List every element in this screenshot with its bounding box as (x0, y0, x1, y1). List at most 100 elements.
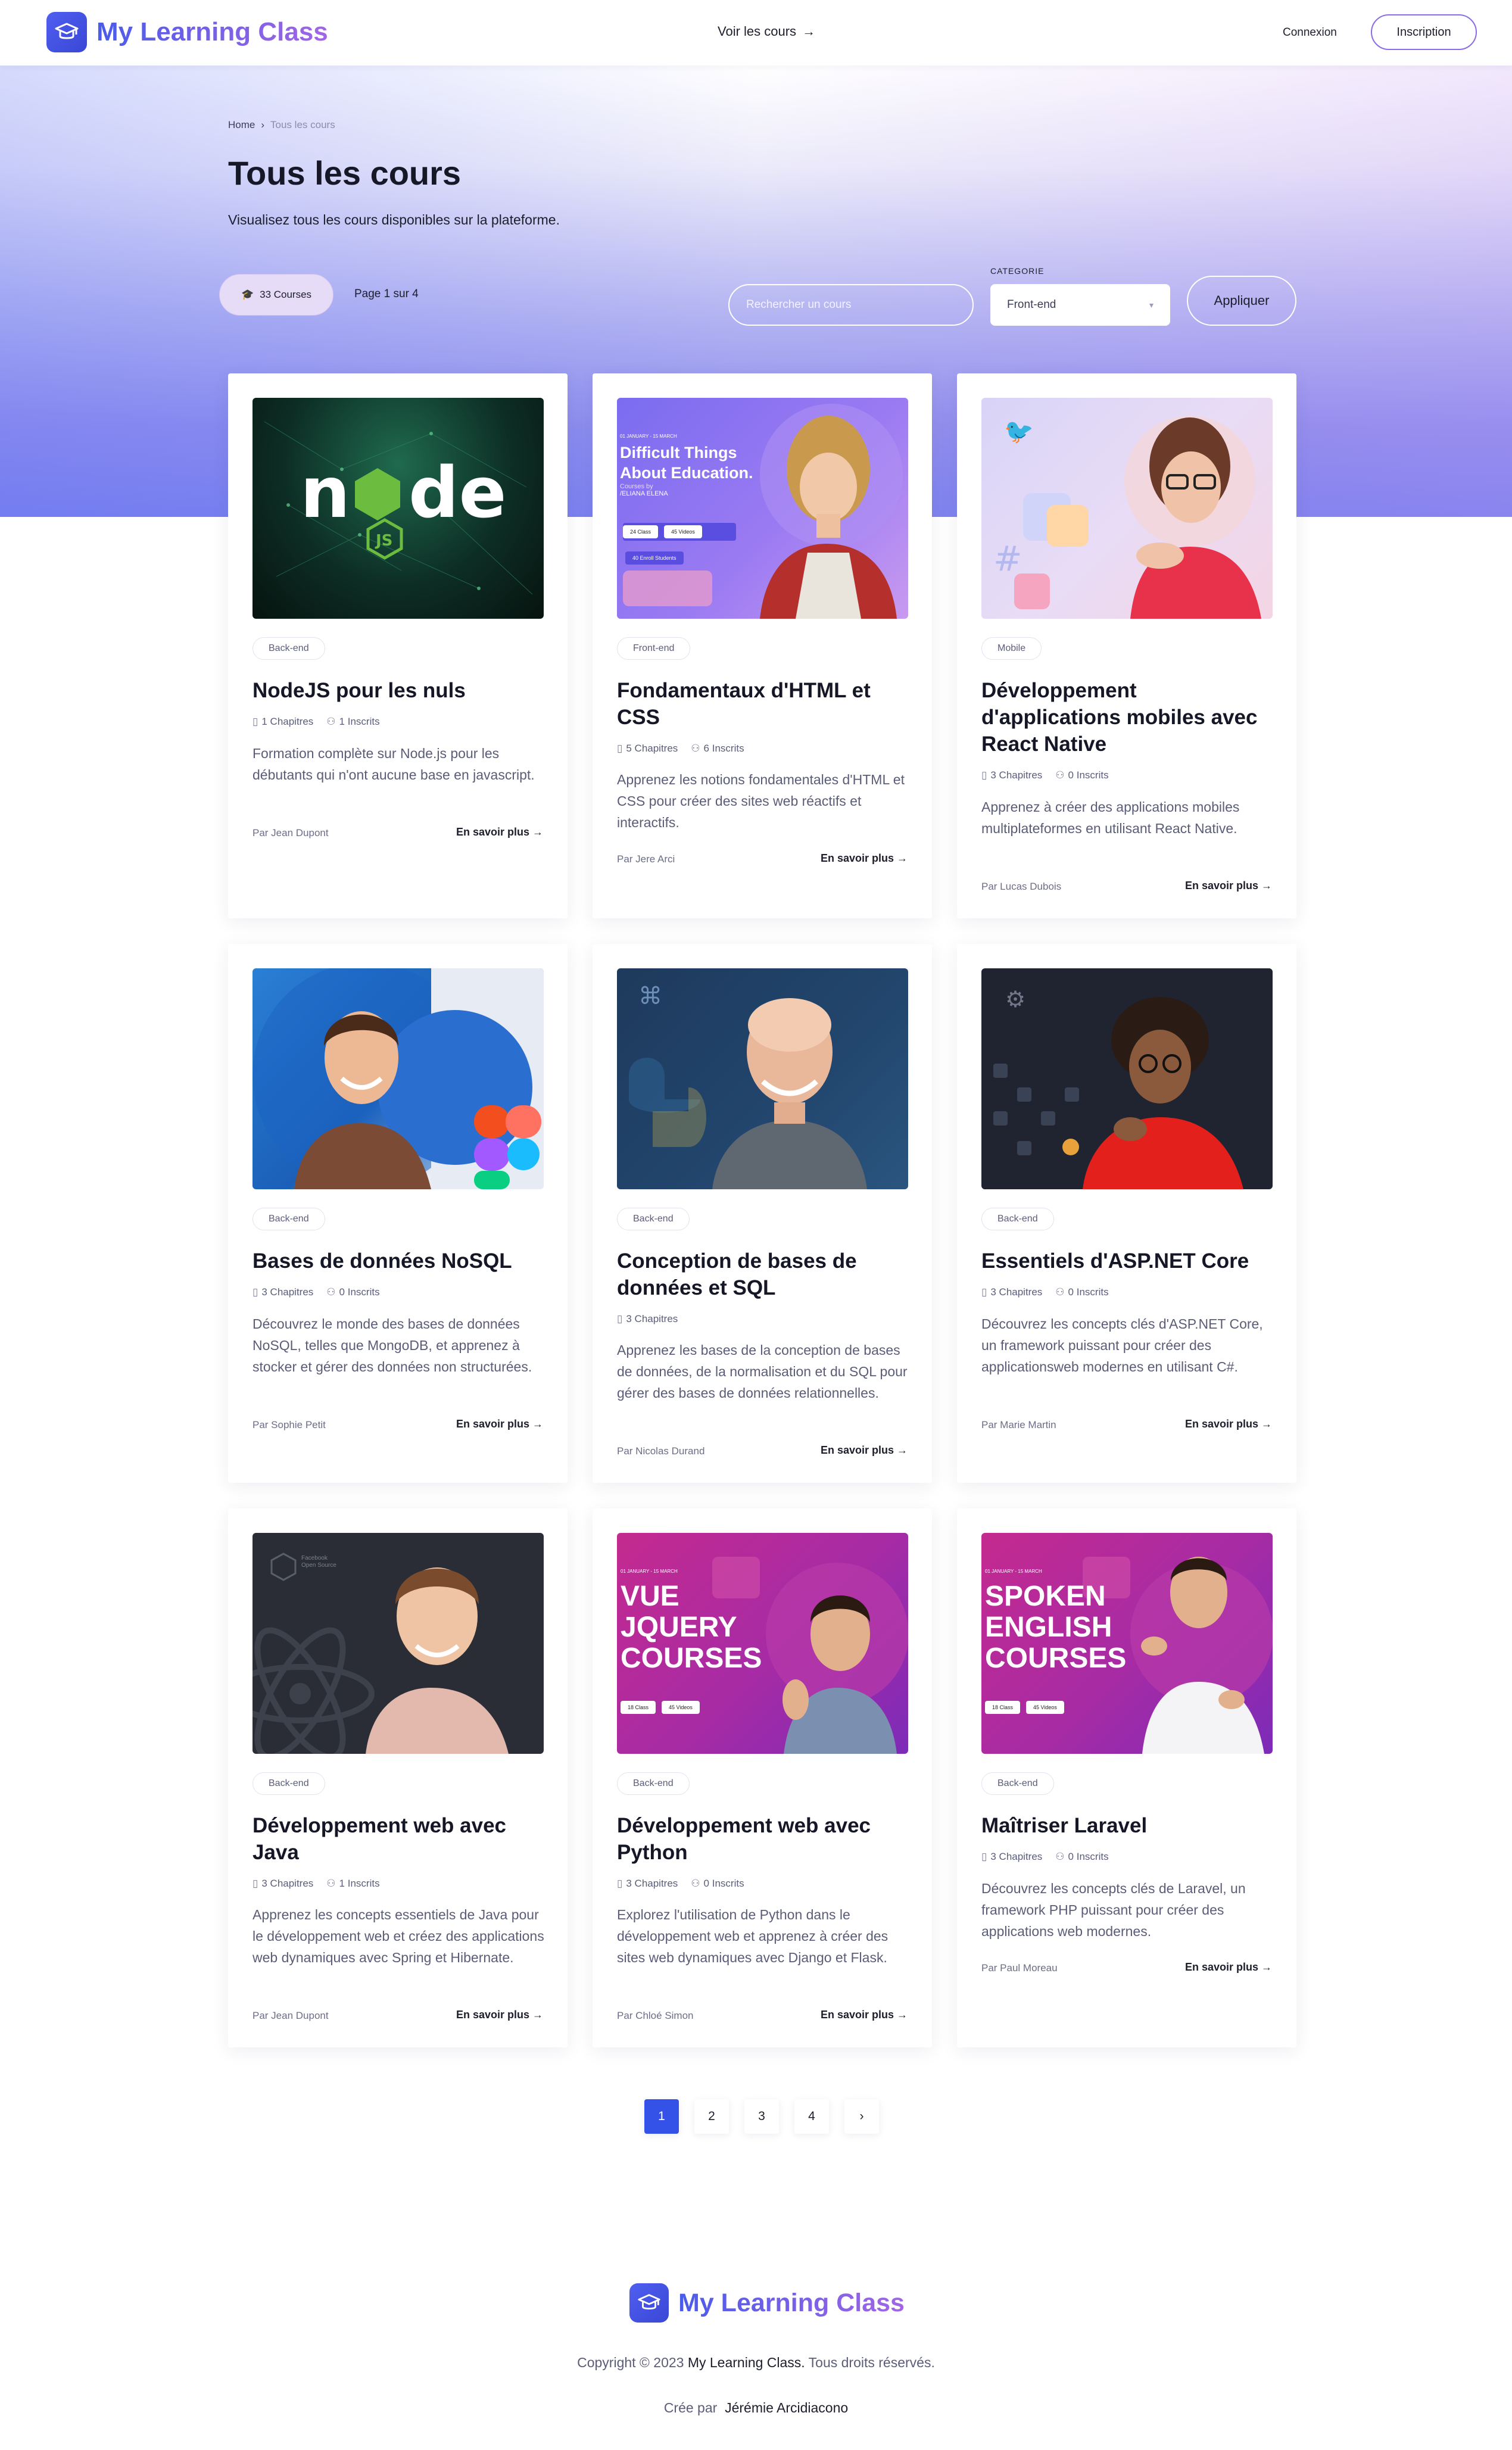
users-icon: ⚇ (1055, 1286, 1065, 1298)
category-tag: Back-end (617, 1772, 690, 1795)
book-icon: ▯ (981, 1286, 987, 1298)
learn-more-label: En savoir plus (456, 826, 529, 838)
course-card[interactable]: n de JS Back-end NodeJS pour les nuls ▯ 1… (228, 373, 568, 918)
course-author: Par Jean Dupont (252, 827, 329, 839)
learn-more-link[interactable]: En savoir plus → (456, 2009, 543, 2021)
enrolled-count: 0 Inscrits (339, 1286, 380, 1298)
course-meta: ▯ 3 Chapitres ⚇ 0 Inscrits (252, 1286, 380, 1298)
course-title[interactable]: Essentiels d'ASP.NET Core (981, 1248, 1279, 1274)
arrow-right-icon: → (1261, 880, 1272, 892)
course-title[interactable]: Développement d'applications mobiles ave… (981, 677, 1279, 758)
chapters-count: 3 Chapitres (990, 1286, 1043, 1298)
category-tag: Front-end (617, 637, 691, 660)
view-courses-link[interactable]: Voir les cours → (718, 24, 815, 39)
course-card[interactable]: 01 JANUARY - 15 MARCH Difficult Things A… (593, 373, 932, 918)
course-card[interactable]: ⌘ Back-end Conception de bases de donnée… (593, 944, 932, 1483)
category-tag: Back-end (981, 1772, 1054, 1795)
credit: Crée par Jérémie Arcidiacono (0, 2400, 1512, 2416)
course-description: Explorez l'utilisation de Python dans le… (617, 1907, 889, 1965)
page-button-2[interactable]: 2 (694, 2099, 729, 2134)
arrow-right-icon: → (532, 2009, 543, 2021)
course-card[interactable]: 🐦 # Mobile Développement d'applications … (957, 373, 1296, 918)
course-title[interactable]: Fondamentaux d'HTML et CSS (617, 677, 915, 731)
users-icon: ⚇ (691, 1878, 700, 1889)
footer-logo[interactable]: My Learning Class (629, 2283, 905, 2323)
learn-more-label: En savoir plus (1184, 880, 1258, 892)
learn-more-link[interactable]: En savoir plus → (456, 826, 543, 839)
learn-more-label: En savoir plus (456, 2009, 529, 2021)
thumbnail-overlay: 01 JANUARY - 15 MARCH Difficult Things A… (620, 434, 769, 497)
book-icon: ▯ (617, 743, 623, 754)
users-icon: ⚇ (691, 743, 700, 754)
course-card[interactable]: Facebook Open Source Back-end Développem… (228, 1508, 568, 2047)
course-meta: ▯ 3 Chapitres ⚇ 0 Inscrits (981, 1851, 1109, 1863)
course-author: Par Sophie Petit (252, 1419, 326, 1430)
page-button-3[interactable]: 3 (744, 2099, 779, 2134)
thumbnail-by: Courses by (620, 483, 653, 490)
course-card[interactable]: Back-end Bases de données NoSQL ▯ 3 Chapi… (228, 944, 568, 1483)
brand-logo[interactable]: My Learning Class (46, 12, 328, 52)
book-icon: ▯ (252, 716, 258, 727)
course-card[interactable]: 01 JANUARY - 15 MARCH VUE JQUERY COURSES… (593, 1508, 932, 2047)
users-icon: ⚇ (1055, 1851, 1065, 1862)
learn-more-link[interactable]: En savoir plus → (1185, 1418, 1272, 1430)
enrolled-count: 0 Inscrits (703, 1878, 744, 1889)
chapters-count: 3 Chapitres (261, 1878, 314, 1889)
category-select[interactable]: Front-end ▾ (990, 284, 1170, 326)
copyright-brand: My Learning Class. (687, 2355, 805, 2370)
arrow-right-icon: → (897, 2009, 908, 2021)
arrow-right-icon: → (897, 1444, 908, 1456)
learn-more-link[interactable]: En savoir plus → (1185, 1961, 1272, 1974)
login-link[interactable]: Connexion (1283, 26, 1337, 39)
arrow-right-icon: → (532, 1418, 543, 1430)
chevron-down-icon: ▾ (1149, 300, 1154, 310)
course-description: Apprenez les bases de la conception de b… (617, 1342, 908, 1401)
course-title[interactable]: Développement web avec Python (617, 1812, 915, 1866)
course-author: Par Marie Martin (981, 1419, 1056, 1430)
instructor-portrait: ⌘ (629, 983, 867, 1189)
thumbnail-headline: Difficult Things About Education. (620, 444, 753, 482)
page-title: Tous les cours (228, 154, 462, 192)
course-thumbnail (252, 968, 544, 1189)
learn-more-label: En savoir plus (1184, 1961, 1258, 1973)
users-icon: ⚇ (326, 1286, 336, 1298)
breadcrumb: Home › Tous les cours (228, 119, 335, 131)
users-icon: ⚇ (1055, 769, 1065, 781)
graduation-cap-icon: 🎓 (241, 289, 254, 300)
course-title[interactable]: NodeJS pour les nuls (252, 677, 550, 704)
page-button-4[interactable]: 4 (794, 2099, 829, 2134)
svg-text:n: n (300, 451, 350, 534)
book-icon: ▯ (252, 1878, 258, 1889)
course-card[interactable]: ⚙ Back-end Essentiels d'ASP.NET Core ▯ 3 … (957, 944, 1296, 1483)
course-author: Par Lucas Dubois (981, 881, 1062, 892)
graduation-cap-icon (629, 2283, 669, 2323)
learn-more-link[interactable]: En savoir plus → (821, 2009, 908, 2021)
course-title[interactable]: Bases de données NoSQL (252, 1248, 550, 1274)
arrow-right-icon: → (532, 826, 543, 838)
credit-prefix: Crée par (663, 2400, 718, 2415)
signup-button[interactable]: Inscription (1371, 14, 1477, 50)
thumbnail-stat: 45 Videos (664, 525, 702, 538)
course-card[interactable]: 01 JANUARY - 15 MARCH SPOKEN ENGLISH COU… (957, 1508, 1296, 2047)
thumbnail-headline: SPOKEN ENGLISH COURSES (985, 1581, 1127, 1674)
twitter-icon: 🐦 (1004, 418, 1034, 445)
course-title[interactable]: Développement web avec Java (252, 1812, 550, 1866)
course-description: Apprenez à créer des applications mobile… (981, 799, 1240, 836)
credit-author-link[interactable]: Jérémie Arcidiacono (725, 2400, 848, 2415)
learn-more-link[interactable]: En savoir plus → (456, 1418, 543, 1430)
breadcrumb-home[interactable]: Home (228, 119, 255, 130)
thumbnail-stat: 45 Videos (1026, 1701, 1064, 1714)
next-page-button[interactable]: › (844, 2099, 879, 2134)
thumbnail-stat: 18 Class (621, 1701, 656, 1714)
search-input[interactable] (728, 284, 974, 326)
course-title[interactable]: Conception de bases de données et SQL (617, 1248, 915, 1301)
course-title[interactable]: Maîtriser Laravel (981, 1812, 1279, 1839)
learn-more-link[interactable]: En savoir plus → (821, 1444, 908, 1457)
instructor-portrait (623, 404, 903, 619)
apply-button[interactable]: Appliquer (1187, 276, 1296, 326)
page-button-1[interactable]: 1 (644, 2099, 679, 2134)
learn-more-link[interactable]: En savoir plus → (1185, 880, 1272, 892)
arrow-right-icon: → (1261, 1961, 1272, 1973)
learn-more-link[interactable]: En savoir plus → (821, 852, 908, 865)
course-author: Par Jere Arci (617, 853, 675, 865)
